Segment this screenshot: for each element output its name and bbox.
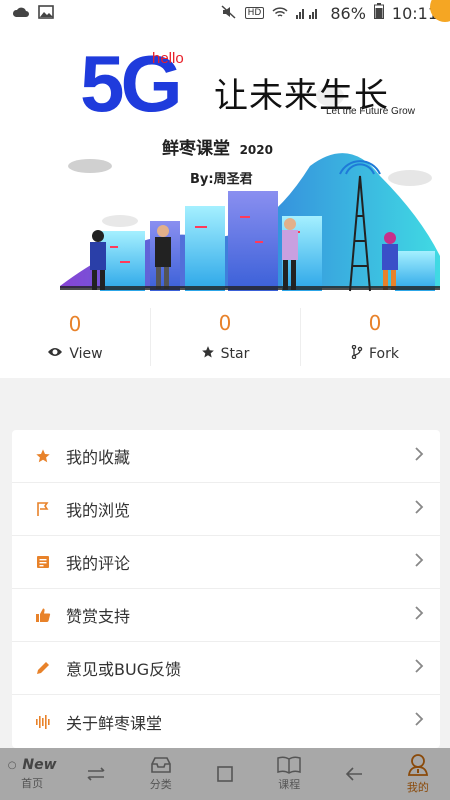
menu-item-label: 赞赏支持 — [66, 607, 131, 626]
banner-5g: 5G hello — [80, 39, 210, 128]
nav-home[interactable]: ○ New 首页 — [0, 748, 64, 800]
book-icon — [276, 756, 302, 774]
star-icon — [34, 447, 52, 465]
menu-item-history[interactable]: 我的浏览 — [12, 483, 440, 536]
menu-item-label: 意见或BUG反馈 — [66, 660, 182, 679]
menu-item-favorites[interactable]: 我的收藏 — [12, 430, 440, 483]
chevron-right-icon — [414, 658, 424, 679]
hd-badge: HD — [244, 7, 265, 19]
stat-view[interactable]: 0 View — [0, 296, 150, 378]
nav-recent-apps[interactable] — [64, 748, 128, 800]
menu-item-feedback[interactable]: 意见或BUG反馈 — [12, 642, 440, 695]
view-count: 0 — [68, 312, 82, 336]
status-bar: HD 86% 10:11 — [0, 0, 450, 26]
fork-count: 0 — [368, 311, 382, 335]
battery-level: 86% — [330, 3, 366, 23]
recent-apps-icon — [86, 767, 106, 781]
eye-icon — [47, 346, 63, 362]
star-label: Star — [220, 346, 250, 362]
chevron-right-icon — [414, 711, 424, 732]
stats-row: 0 View 0 Star 0 Fork — [0, 296, 450, 378]
chevron-right-icon — [414, 446, 424, 467]
app-title: 鲜枣课堂 2020 — [162, 134, 273, 159]
battery-icon — [373, 3, 384, 23]
thumbs-up-icon — [34, 606, 52, 624]
stat-star[interactable]: 0 Star — [150, 296, 300, 378]
menu-item-label: 我的评论 — [66, 554, 131, 573]
audio-wave-icon — [34, 713, 52, 731]
menu-list: 我的收藏 我的浏览 我的评论 赞赏支持 意见或BUG反馈 关于鲜枣课堂 — [12, 430, 440, 748]
mute-icon — [221, 4, 237, 23]
signal-icon — [296, 4, 322, 23]
star-icon — [201, 345, 215, 363]
pencil-icon — [34, 659, 52, 677]
menu-item-about[interactable]: 关于鲜枣课堂 — [12, 695, 440, 748]
stat-fork[interactable]: 0 Fork — [300, 296, 450, 378]
slogan-en: Let the Future Grow — [326, 106, 415, 117]
square-icon — [216, 765, 234, 783]
bottom-nav: ○ New 首页 分类 课程 我的 — [0, 748, 450, 800]
cloud-upload-icon — [12, 4, 30, 23]
menu-item-label: 我的浏览 — [66, 501, 131, 520]
byline: By:周圣君 — [190, 172, 253, 187]
star-count: 0 — [218, 311, 232, 335]
chevron-right-icon — [414, 552, 424, 573]
view-label: View — [69, 346, 103, 362]
nav-label: 我的 — [406, 781, 429, 794]
chevron-right-icon — [414, 499, 424, 520]
chevron-right-icon — [414, 605, 424, 626]
menu-item-comments[interactable]: 我的评论 — [12, 536, 440, 589]
flag-icon — [34, 500, 52, 518]
banner: 5G hello 让未来生长 Let the Future Grow 鲜枣课堂 … — [0, 26, 450, 296]
nav-label: 首页 — [21, 777, 44, 790]
comment-icon — [34, 553, 52, 571]
image-icon — [38, 4, 54, 23]
nav-course[interactable]: 课程 — [257, 748, 321, 800]
nav-mine[interactable]: 我的 — [386, 748, 450, 800]
new-badge: New — [22, 757, 57, 773]
user-icon — [406, 753, 430, 777]
nav-back[interactable] — [321, 748, 385, 800]
nav-label: 课程 — [278, 778, 301, 791]
back-arrow-icon — [344, 766, 364, 782]
nav-home-button[interactable] — [193, 748, 257, 800]
banner-illustration — [60, 86, 440, 292]
app-name: 鲜枣课堂 — [162, 139, 230, 159]
inbox-icon — [149, 756, 173, 774]
hello-text: hello — [152, 50, 184, 67]
dot-icon: ○ — [7, 759, 17, 771]
menu-item-label: 我的收藏 — [66, 448, 131, 467]
wifi-icon — [272, 4, 288, 23]
menu-item-support[interactable]: 赞赏支持 — [12, 589, 440, 642]
fork-label: Fork — [369, 346, 399, 362]
fork-icon — [351, 344, 363, 363]
nav-label: 分类 — [149, 778, 172, 791]
app-year: 2020 — [239, 143, 273, 157]
nav-category[interactable]: 分类 — [129, 748, 193, 800]
menu-item-label: 关于鲜枣课堂 — [66, 713, 163, 733]
